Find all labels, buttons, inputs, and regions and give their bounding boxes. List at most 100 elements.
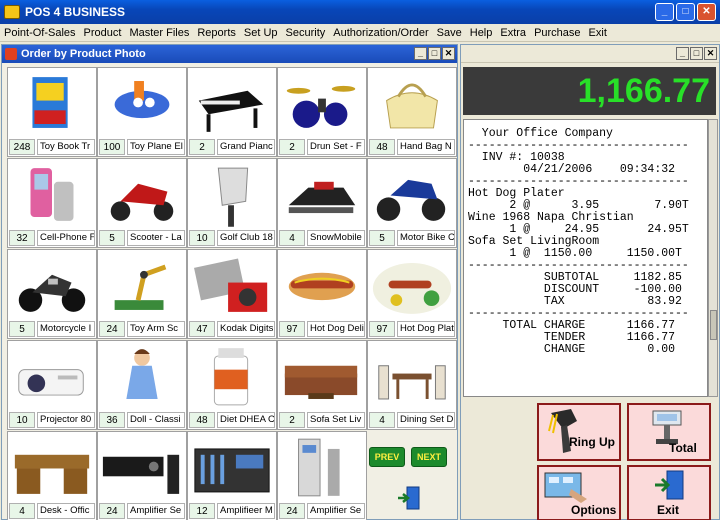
product-tile[interactable]: 2 Sofa Set Liv (277, 340, 367, 430)
product-tile[interactable]: 24 Amplifier Se (97, 431, 187, 520)
product-name: Diet DHEA C (217, 412, 275, 428)
product-tile[interactable]: 5 Motor Bike C (367, 158, 457, 248)
amplifier-tower-icon (298, 438, 340, 497)
menu-set-up[interactable]: Set Up (240, 27, 282, 39)
menu-help[interactable]: Help (466, 27, 497, 39)
ring-up-label: Ring Up (569, 435, 615, 449)
product-qty: 97 (279, 321, 305, 337)
product-qty: 24 (279, 503, 305, 519)
exit-door-icon (655, 470, 684, 500)
product-qty: 5 (99, 230, 125, 246)
menu-point-of-sales[interactable]: Point-Of-Sales (0, 27, 80, 39)
product-qty: 47 (189, 321, 215, 337)
hotdog-icon (288, 272, 356, 301)
product-tile[interactable]: 47 Kodak Digits (187, 249, 277, 339)
product-photo (369, 342, 455, 411)
order-window-minimize-button[interactable]: _ (414, 47, 427, 60)
product-tile[interactable]: 4 Dining Set D (367, 340, 457, 430)
menu-extra[interactable]: Extra (496, 27, 530, 39)
product-tile[interactable]: 48 Hand Bag N (367, 67, 457, 157)
pager: PREV NEXT (367, 431, 457, 520)
total-button[interactable]: Total (627, 403, 711, 461)
product-name: Amplifier Se (307, 503, 365, 519)
product-name: Projector 80 (37, 412, 95, 428)
receipt-window-maximize-button[interactable]: □ (690, 47, 703, 60)
product-tile[interactable]: 2 Drun Set - F (277, 67, 367, 157)
next-button[interactable]: NEXT (411, 447, 447, 467)
ring-up-button[interactable]: Ring Up (537, 403, 621, 461)
close-button[interactable]: ✕ (697, 3, 716, 21)
product-tile[interactable]: 4 Desk - Offic (7, 431, 97, 520)
product-qty: 48 (189, 412, 215, 428)
product-name: Drun Set - F (307, 139, 365, 155)
prev-button[interactable]: PREV (369, 447, 405, 467)
product-tile[interactable]: 12 Amplifieer M (187, 431, 277, 520)
receipt-scroll-thumb[interactable] (710, 310, 717, 340)
camera-icon (194, 258, 268, 312)
product-name: Dining Set D (397, 412, 455, 428)
product-tile[interactable]: 24 Toy Arm Sc (97, 249, 187, 339)
product-photo (369, 160, 455, 229)
product-tile[interactable]: 10 Golf Club 18 (187, 158, 277, 248)
product-tile[interactable]: 4 SnowMobile (277, 158, 367, 248)
receipt-scrollbar[interactable] (708, 119, 718, 397)
menu-security[interactable]: Security (282, 27, 330, 39)
product-photo (279, 160, 365, 229)
product-tile[interactable]: 2 Grand Pianc (187, 67, 277, 157)
product-tile[interactable]: 24 Amplifier Se (277, 431, 367, 520)
receipt-window-minimize-button[interactable]: _ (676, 47, 689, 60)
product-photo (189, 342, 275, 411)
dining-set-icon (378, 365, 446, 400)
cellphone-icon (30, 168, 74, 221)
product-photo (369, 69, 455, 138)
receipt-window-close-button[interactable]: ✕ (704, 47, 717, 60)
product-name: Amplifier Se (127, 503, 185, 519)
product-tile[interactable]: 36 Doll - Classi (97, 340, 187, 430)
product-photo (279, 251, 365, 320)
product-tile[interactable]: 32 Cell-Phone F (7, 158, 97, 248)
menu-master-files[interactable]: Master Files (125, 27, 193, 39)
menu-save[interactable]: Save (433, 27, 466, 39)
drum-set-icon (286, 85, 356, 128)
product-photo (99, 69, 185, 138)
menu-reports[interactable]: Reports (193, 27, 240, 39)
product-tile[interactable]: 97 Hot Dog Deli (277, 249, 367, 339)
product-tile[interactable]: 5 Motorcycle I (7, 249, 97, 339)
product-qty: 4 (369, 412, 395, 428)
exit-button[interactable]: Exit (627, 465, 711, 520)
product-qty: 97 (369, 321, 395, 337)
product-name: Hot Dog Deli (307, 321, 365, 337)
product-tile[interactable]: 5 Scooter - La (97, 158, 187, 248)
product-photo (99, 251, 185, 320)
minimize-button[interactable]: _ (655, 3, 674, 21)
product-tile[interactable]: 48 Diet DHEA C (187, 340, 277, 430)
product-tile[interactable]: 248 Toy Book Tr (7, 67, 97, 157)
product-qty: 2 (279, 139, 305, 155)
product-photo (279, 342, 365, 411)
product-photo (99, 433, 185, 502)
order-window-maximize-button[interactable]: □ (428, 47, 441, 60)
snowmobile-icon (288, 181, 356, 214)
product-photo (189, 160, 275, 229)
menu-exit[interactable]: Exit (585, 27, 611, 39)
supplement-bottle-icon (213, 348, 249, 406)
maximize-button[interactable]: □ (676, 3, 695, 21)
exit-door-icon[interactable] (397, 485, 423, 511)
product-tile[interactable]: 10 Projector 80 (7, 340, 97, 430)
product-name: Sofa Set Liv (307, 412, 365, 428)
product-tile[interactable]: 100 Toy Plane El (97, 67, 187, 157)
menu-product[interactable]: Product (80, 27, 126, 39)
projector-icon (18, 369, 84, 396)
order-window-close-button[interactable]: ✕ (442, 47, 455, 60)
product-photo (9, 69, 95, 138)
order-by-photo-window: Order by Product Photo _ □ ✕ 248 Toy Book… (1, 44, 458, 520)
menu-purchase[interactable]: Purchase (530, 27, 584, 39)
order-window-titlebar: Order by Product Photo _ □ ✕ (2, 45, 457, 63)
product-photo (279, 69, 365, 138)
receipt-text[interactable]: Your Office Company ---------------------… (463, 119, 708, 397)
desk-icon (14, 454, 90, 494)
product-name: Toy Plane El (127, 139, 185, 155)
options-button[interactable]: Options (537, 465, 621, 520)
product-tile[interactable]: 97 Hot Dog Plat (367, 249, 457, 339)
menu-authorization-order[interactable]: Authorization/Order (329, 27, 432, 39)
